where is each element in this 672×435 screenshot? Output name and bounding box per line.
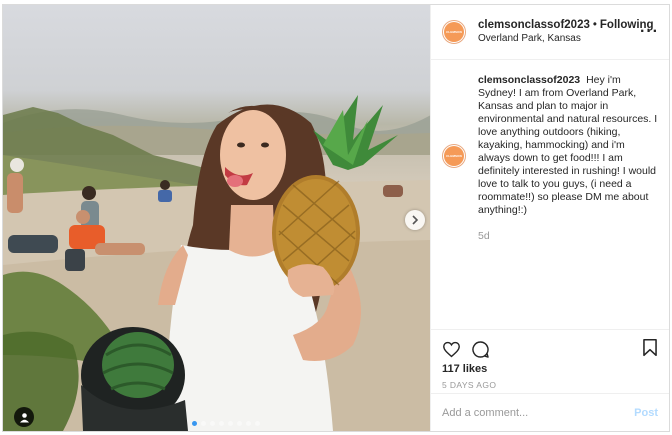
clemson-logo-icon: CLEMSON — [444, 146, 464, 166]
post-date[interactable]: 5 DAYS AGO — [431, 375, 669, 390]
header-row: clemsonclassof2023 • Following — [478, 18, 654, 32]
likes-count[interactable]: 117 likes — [431, 360, 669, 375]
post-photo[interactable] — [3, 5, 430, 431]
comment-input[interactable] — [442, 406, 635, 419]
chevron-right-icon — [412, 215, 419, 225]
caption-text: Hey i'm Sydney! I am from Overland Park,… — [478, 74, 658, 216]
carousel-dot — [246, 421, 251, 426]
carousel-dot — [201, 421, 206, 426]
caption-avatar[interactable]: CLEMSON — [442, 144, 466, 168]
comment-button[interactable] — [471, 340, 490, 359]
carousel-dot — [210, 421, 215, 426]
location-link[interactable]: Overland Park, Kansas — [478, 32, 654, 46]
tagged-users-button[interactable] — [14, 407, 34, 427]
bookmark-icon — [643, 338, 657, 357]
comment-form: Post — [431, 393, 669, 431]
heart-icon — [443, 341, 460, 357]
avatar[interactable]: CLEMSON — [442, 20, 466, 44]
carousel-dot-active — [192, 421, 197, 426]
caption-username[interactable]: clemsonclassof2023 — [478, 74, 580, 86]
user-tag-icon — [19, 412, 29, 422]
post-side-panel: CLEMSON clemsonclassof2023 • Following O… — [430, 5, 669, 431]
caption-age[interactable]: 5d — [478, 230, 658, 243]
like-button[interactable] — [442, 341, 461, 358]
more-options-button[interactable]: ··· — [640, 23, 659, 41]
clemson-logo-icon: CLEMSON — [444, 22, 464, 42]
save-button[interactable] — [642, 338, 658, 362]
speech-bubble-icon — [472, 340, 489, 358]
post-comment-button[interactable]: Post — [634, 407, 658, 419]
carousel-dot — [228, 421, 233, 426]
caption-area: CLEMSON clemsonclassof2023 Hey i'm Sydne… — [431, 60, 669, 330]
ellipsis-icon: ··· — [640, 23, 659, 40]
caption: clemsonclassof2023 Hey i'm Sydney! I am … — [478, 74, 658, 329]
carousel-dot — [237, 421, 242, 426]
instagram-post: CLEMSON clemsonclassof2023 • Following O… — [2, 4, 670, 432]
header-text: clemsonclassof2023 • Following Overland … — [478, 18, 654, 46]
carousel-dot — [219, 421, 224, 426]
carousel-indicator — [192, 421, 260, 426]
photo-illustration — [3, 95, 430, 431]
carousel-dot — [255, 421, 260, 426]
post-header: CLEMSON clemsonclassof2023 • Following O… — [431, 5, 669, 60]
action-bar — [431, 330, 669, 360]
header-separator: • — [592, 19, 597, 31]
header-username[interactable]: clemsonclassof2023 — [478, 18, 590, 32]
carousel-next-button[interactable] — [405, 210, 425, 230]
